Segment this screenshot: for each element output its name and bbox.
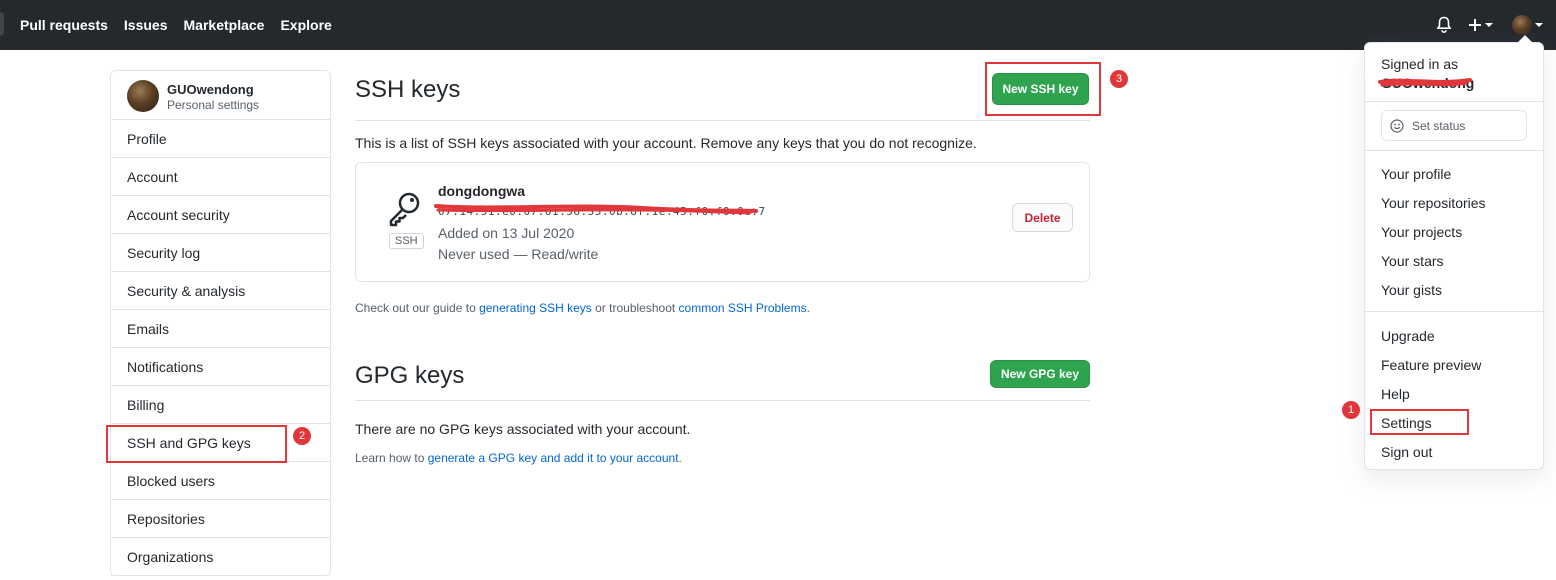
set-status-label: Set status — [1412, 118, 1466, 133]
menu-your-profile[interactable]: Your profile — [1381, 166, 1451, 182]
nav-marketplace[interactable]: Marketplace — [184, 17, 265, 33]
chevron-down-icon — [1485, 23, 1493, 27]
gpg-section-header: GPG keys New GPG key — [355, 350, 1090, 401]
sidebar-item-organizations[interactable]: Organizations — [111, 538, 330, 576]
ssh-guide-note: Check out our guide to generating SSH ke… — [355, 301, 810, 315]
nav-issues[interactable]: Issues — [124, 17, 168, 33]
header-nav: Pull requests Issues Marketplace Explore — [20, 0, 332, 50]
delete-ssh-key-button[interactable]: Delete — [1012, 203, 1073, 232]
common-ssh-problems-link[interactable]: common SSH Problems — [679, 301, 807, 315]
ssh-keys-title: SSH keys — [355, 76, 461, 103]
guide-suffix: . — [806, 301, 810, 315]
sidebar-user-box: GUOwendong Personal settings — [111, 71, 330, 120]
annotation-box-ssh-gpg — [106, 425, 287, 463]
sidebar-item-notifications[interactable]: Notifications — [111, 348, 330, 386]
nav-explore[interactable]: Explore — [280, 17, 331, 33]
avatar[interactable] — [127, 80, 159, 112]
sidebar-subtitle: Personal settings — [167, 98, 260, 112]
menu-upgrade[interactable]: Upgrade — [1381, 328, 1435, 344]
sidebar-item-account-security[interactable]: Account security — [111, 196, 330, 234]
search-input-edge[interactable] — [0, 12, 4, 36]
annotation-badge-2: 2 — [293, 427, 311, 445]
dropdown-divider — [1365, 101, 1543, 102]
avatar — [1512, 15, 1532, 35]
ssh-description: This is a list of SSH keys associated wi… — [355, 135, 977, 151]
sidebar-item-emails[interactable]: Emails — [111, 310, 330, 348]
menu-your-repositories[interactable]: Your repositories — [1381, 195, 1486, 211]
dropdown-divider — [1365, 311, 1543, 312]
sidebar-item-profile[interactable]: Profile — [111, 120, 330, 158]
new-gpg-key-button[interactable]: New GPG key — [990, 360, 1090, 388]
set-status-button[interactable]: Set status — [1381, 110, 1527, 141]
chevron-down-icon — [1535, 23, 1543, 27]
gpg-learn-note: Learn how to generate a GPG key and add … — [355, 451, 682, 465]
ssh-key-title: dongdongwa — [438, 183, 526, 199]
menu-help[interactable]: Help — [1381, 386, 1410, 402]
ssh-key-added-date: Added on 13 Jul 2020 — [438, 225, 575, 241]
guide-prefix: Check out our guide to — [355, 301, 480, 315]
gpg-keys-title: GPG keys — [355, 362, 465, 389]
sidebar-item-security-analysis[interactable]: Security & analysis — [111, 272, 330, 310]
sidebar-item-repositories[interactable]: Repositories — [111, 500, 330, 538]
generating-ssh-keys-link[interactable]: generating SSH keys — [479, 301, 592, 315]
ssh-key-item: SSH dongdongwa 07:14:51:e0:07:01:56:55:0… — [355, 162, 1090, 282]
key-icon — [386, 191, 422, 232]
guide-middle: or troubleshoot — [591, 301, 679, 315]
learn-suffix: . — [678, 451, 682, 465]
ssh-type-label: SSH — [389, 233, 424, 249]
ssh-key-usage: Never used — Read/write — [438, 246, 599, 262]
top-header: Pull requests Issues Marketplace Explore — [0, 0, 1556, 50]
menu-your-gists[interactable]: Your gists — [1381, 282, 1442, 298]
menu-your-stars[interactable]: Your stars — [1381, 253, 1444, 269]
signed-in-as-label: Signed in as — [1381, 56, 1459, 72]
ssh-key-fingerprint: 07:14:51:e0:07:01:56:55:0b:8f:1e:45:f0:f… — [438, 205, 766, 218]
dropdown-arrow-inner — [1518, 36, 1532, 43]
menu-your-projects[interactable]: Your projects — [1381, 224, 1462, 240]
annotation-badge-1: 1 — [1342, 401, 1360, 419]
menu-feature-preview[interactable]: Feature preview — [1381, 357, 1481, 373]
user-dropdown-menu: Signed in as GUOwendong Set status Your … — [1364, 35, 1544, 470]
gpg-empty-text: There are no GPG keys associated with yo… — [355, 421, 691, 437]
dropdown-divider — [1365, 150, 1543, 151]
sidebar-username[interactable]: GUOwendong — [167, 82, 254, 97]
annotation-box-new-ssh-key — [985, 62, 1101, 116]
generate-gpg-key-link[interactable]: generate a GPG key and add it to your ac… — [428, 451, 679, 465]
annotation-box-settings — [1370, 409, 1469, 435]
settings-sidebar: GUOwendong Personal settings Profile Acc… — [110, 70, 331, 576]
learn-prefix: Learn how to — [355, 451, 428, 465]
signed-in-username[interactable]: GUOwendong — [1381, 75, 1474, 91]
smiley-icon — [1390, 118, 1404, 133]
menu-sign-out[interactable]: Sign out — [1381, 444, 1432, 460]
ssh-section-header: SSH keys New SSH key — [355, 70, 1090, 121]
sidebar-item-billing[interactable]: Billing — [111, 386, 330, 424]
sidebar-item-account[interactable]: Account — [111, 158, 330, 196]
sidebar-item-security-log[interactable]: Security log — [111, 234, 330, 272]
annotation-badge-3: 3 — [1110, 70, 1128, 88]
sidebar-item-blocked-users[interactable]: Blocked users — [111, 462, 330, 500]
nav-pull-requests[interactable]: Pull requests — [20, 17, 108, 33]
